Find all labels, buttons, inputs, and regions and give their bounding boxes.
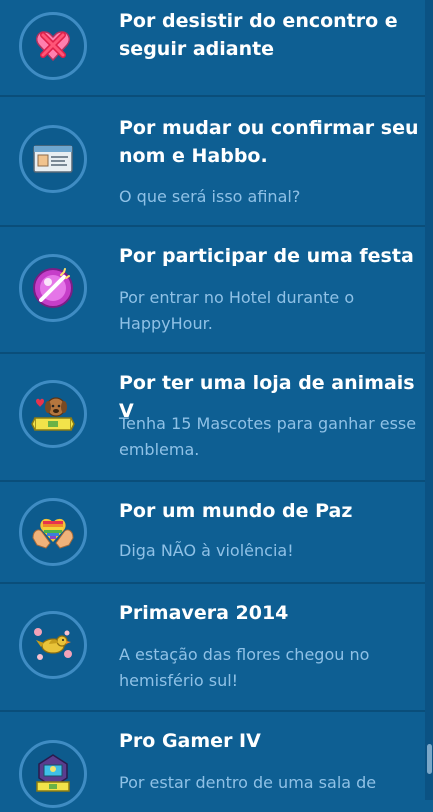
spring-bird-icon — [34, 628, 72, 660]
name-card-icon — [33, 145, 73, 173]
badge-title: Por um mundo de Paz — [119, 500, 353, 522]
party-disco-icon — [33, 268, 73, 308]
badge-description: Diga NÃO à violência! — [119, 541, 294, 560]
badge-description: O que será isso afinal? — [119, 187, 301, 206]
badge-title: Por participar de uma festa — [119, 245, 414, 267]
pet-shop-icon — [31, 397, 75, 431]
badge-title: Primavera 2014 — [119, 602, 289, 624]
badge-title: Pro Gamer IV — [119, 730, 261, 752]
badge-item[interactable]: Por ter uma loja de animais V Tenha 15 M… — [0, 354, 425, 482]
badge-title: Por desistir do encontro e seguir adiant… — [119, 10, 398, 60]
scrollbar[interactable] — [425, 0, 433, 800]
badge-description: A estação das flores chegou no hemisféri… — [119, 645, 370, 690]
badge-icon-ring — [19, 498, 87, 566]
badge-item[interactable]: Por um mundo de Paz Diga NÃO à violência… — [0, 482, 425, 584]
badge-description: Por entrar no Hotel durante o HappyHour. — [119, 288, 355, 333]
badge-icon-ring — [19, 12, 87, 80]
scrollbar-thumb[interactable] — [427, 744, 432, 774]
pro-gamer-icon — [36, 754, 70, 792]
badge-description: Tenha 15 Mascotes para ganhar esse emble… — [119, 414, 417, 459]
badge-icon-ring — [19, 611, 87, 679]
badge-item[interactable]: Por desistir do encontro e seguir adiant… — [0, 0, 425, 97]
badge-icon-ring — [19, 380, 87, 448]
badge-item[interactable]: Por mudar ou confirmar seu nom e Habbo. … — [0, 97, 425, 227]
badge-item[interactable]: Primavera 2014 A estação das flores cheg… — [0, 584, 425, 712]
badge-icon-ring — [19, 740, 87, 808]
badge-item[interactable]: Por participar de uma festa Por entrar n… — [0, 227, 425, 354]
badge-item[interactable]: Pro Gamer IV Por estar dentro de uma sal… — [0, 712, 425, 812]
badge-icon-ring — [19, 125, 87, 193]
rainbow-heart-hands-icon — [32, 518, 74, 549]
broken-heart-icon — [36, 31, 70, 62]
badge-icon-ring — [19, 254, 87, 322]
badge-title: Por mudar ou confirmar seu nom e Habbo. — [119, 117, 419, 167]
badge-description: Por estar dentro de uma sala de — [119, 773, 377, 792]
